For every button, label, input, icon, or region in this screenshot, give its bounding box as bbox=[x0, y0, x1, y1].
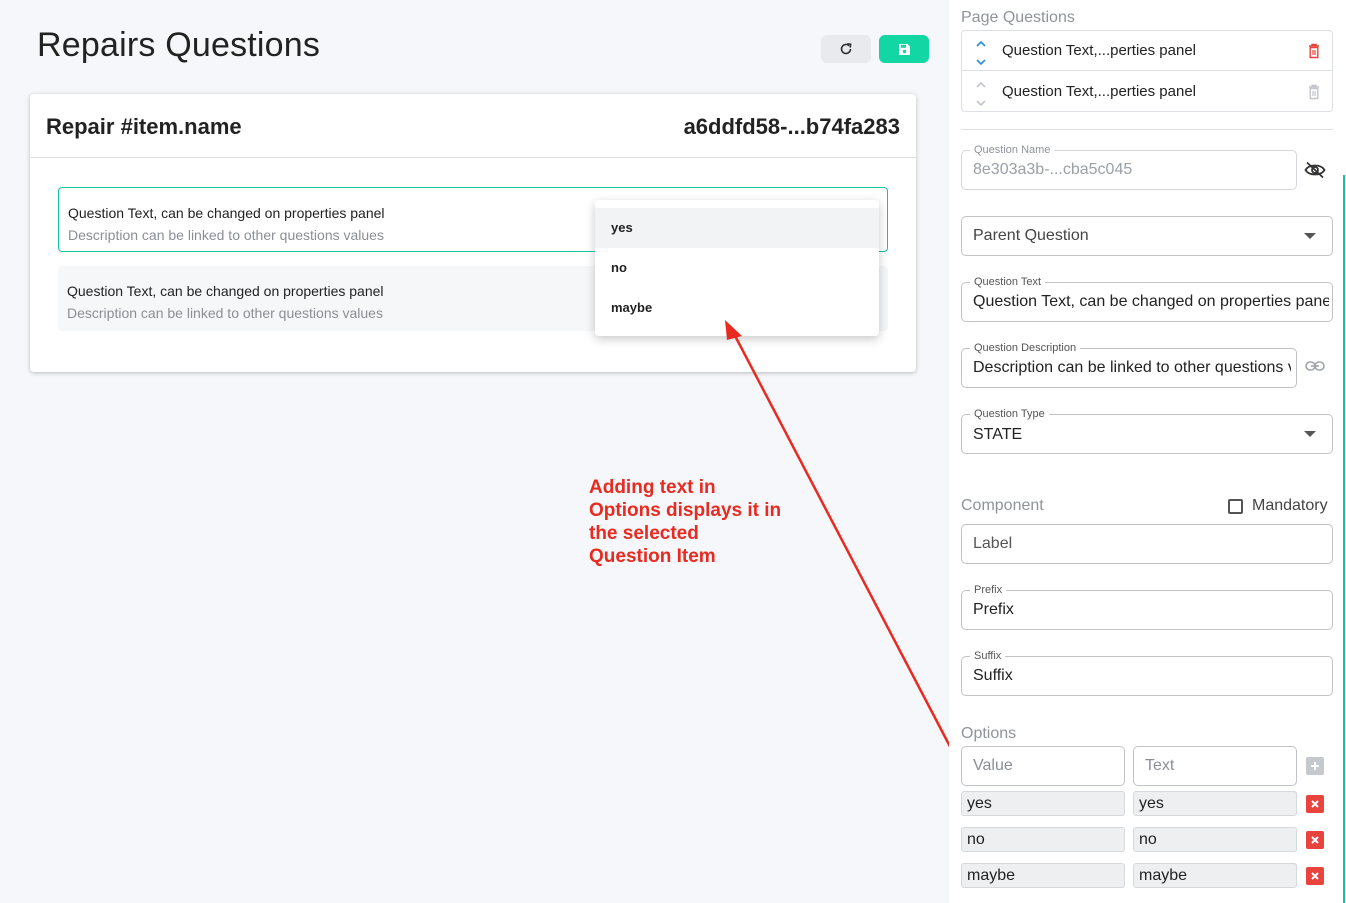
option-text-input[interactable]: Text bbox=[1133, 746, 1297, 786]
parent-question-select[interactable]: Parent Question bbox=[961, 216, 1333, 256]
options-label: Options bbox=[961, 725, 1017, 742]
question-text-field[interactable]: Question Text Question Text, can be chan… bbox=[961, 275, 1333, 322]
chevron-down-icon bbox=[1304, 233, 1316, 239]
option-text-cell[interactable]: yes bbox=[1133, 791, 1297, 816]
page-question-text: Question Text,...perties panel bbox=[1002, 42, 1197, 59]
card-id: a6ddfd58-...b74fa283 bbox=[683, 114, 900, 139]
field-placeholder: Label bbox=[973, 535, 1013, 552]
mandatory-label: Mandatory bbox=[1252, 497, 1328, 514]
option-value-cell[interactable]: no bbox=[961, 827, 1125, 852]
dropdown-option-yes[interactable]: yes bbox=[595, 208, 879, 248]
page-questions-list: Question Text,...perties panel Question … bbox=[961, 30, 1333, 112]
save-button[interactable] bbox=[879, 35, 929, 63]
question-name-field[interactable]: Question Name 8e303a3b-...cba5c045 bbox=[961, 143, 1297, 190]
question-type-select[interactable]: Question Type STATE bbox=[961, 407, 1333, 454]
reorder-arrows-icon[interactable] bbox=[974, 76, 988, 108]
field-value: Suffix bbox=[973, 667, 1013, 684]
add-option-button[interactable] bbox=[1306, 757, 1324, 775]
component-label: Component bbox=[961, 497, 1044, 514]
card-title: Repair #item.name bbox=[46, 114, 242, 139]
mandatory-checkbox[interactable] bbox=[1228, 498, 1243, 514]
field-label: Question Text bbox=[970, 275, 1046, 289]
field-placeholder: Parent Question bbox=[973, 227, 1089, 244]
field-value: 8e303a3b-...cba5c045 bbox=[973, 161, 1133, 178]
delete-option-button[interactable] bbox=[1306, 867, 1324, 885]
refresh-button[interactable] bbox=[821, 35, 871, 63]
dropdown-option-no[interactable]: no bbox=[595, 248, 879, 288]
annotation-line: Adding text in bbox=[589, 477, 716, 498]
annotation-line: the selected bbox=[589, 523, 699, 544]
annotation-line: Options displays it in bbox=[589, 500, 782, 521]
options-dropdown-menu: yes no maybe bbox=[595, 200, 879, 336]
mandatory-toggle[interactable]: Mandatory bbox=[1228, 497, 1328, 515]
annotation-note: Adding text in Options displays it in th… bbox=[589, 476, 809, 568]
question-description-field[interactable]: Question Description Description can be … bbox=[961, 341, 1297, 388]
page-question-row[interactable]: Question Text,...perties panel bbox=[962, 72, 1332, 112]
eye-off-icon[interactable] bbox=[1303, 158, 1327, 182]
close-icon bbox=[1311, 872, 1319, 880]
option-value-cell[interactable]: yes bbox=[961, 791, 1125, 816]
floppy-disk-icon bbox=[898, 43, 910, 55]
option-value-input[interactable]: Value bbox=[961, 746, 1125, 786]
close-icon bbox=[1311, 800, 1319, 808]
label-field[interactable]: Label bbox=[961, 524, 1333, 564]
delete-option-button[interactable] bbox=[1306, 831, 1324, 849]
field-label: Prefix bbox=[970, 583, 1007, 597]
prefix-field[interactable]: Prefix Prefix bbox=[961, 583, 1333, 630]
dropdown-option-maybe[interactable]: maybe bbox=[595, 288, 879, 328]
suffix-field[interactable]: Suffix Suffix bbox=[961, 649, 1333, 696]
plus-icon bbox=[1311, 762, 1319, 770]
page-question-row[interactable]: Question Text,...perties panel bbox=[962, 31, 1332, 71]
field-value: Question Text, can be changed on propert… bbox=[973, 293, 1329, 310]
field-label: Question Type bbox=[970, 407, 1049, 421]
card-header: Repair #item.name a6ddfd58-...b74fa283 bbox=[30, 94, 916, 158]
divider bbox=[961, 129, 1333, 130]
field-value: Description can be linked to other quest… bbox=[973, 359, 1291, 376]
field-label: Question Name bbox=[970, 143, 1055, 157]
page-questions-label: Page Questions bbox=[961, 9, 1075, 26]
option-text-cell[interactable]: maybe bbox=[1133, 863, 1297, 888]
field-value: STATE bbox=[973, 426, 1023, 443]
annotation-line: Question Item bbox=[589, 546, 716, 567]
refresh-icon bbox=[840, 43, 852, 55]
chevron-down-icon bbox=[1304, 431, 1316, 437]
page-question-text: Question Text,...perties panel bbox=[1002, 83, 1197, 100]
page-title: Repairs Questions bbox=[37, 26, 321, 64]
trash-icon[interactable] bbox=[1308, 84, 1320, 100]
delete-option-button[interactable] bbox=[1306, 795, 1324, 813]
trash-icon[interactable] bbox=[1308, 43, 1320, 59]
reorder-arrows-icon[interactable] bbox=[974, 35, 988, 67]
link-icon[interactable] bbox=[1303, 354, 1327, 378]
field-label: Suffix bbox=[970, 649, 1006, 663]
field-value: Prefix bbox=[973, 601, 1014, 618]
option-value-cell[interactable]: maybe bbox=[961, 863, 1125, 888]
option-text-cell[interactable]: no bbox=[1133, 827, 1297, 852]
close-icon bbox=[1311, 836, 1319, 844]
field-label: Question Description bbox=[970, 341, 1081, 355]
panel-scroll-edge bbox=[1343, 175, 1345, 903]
